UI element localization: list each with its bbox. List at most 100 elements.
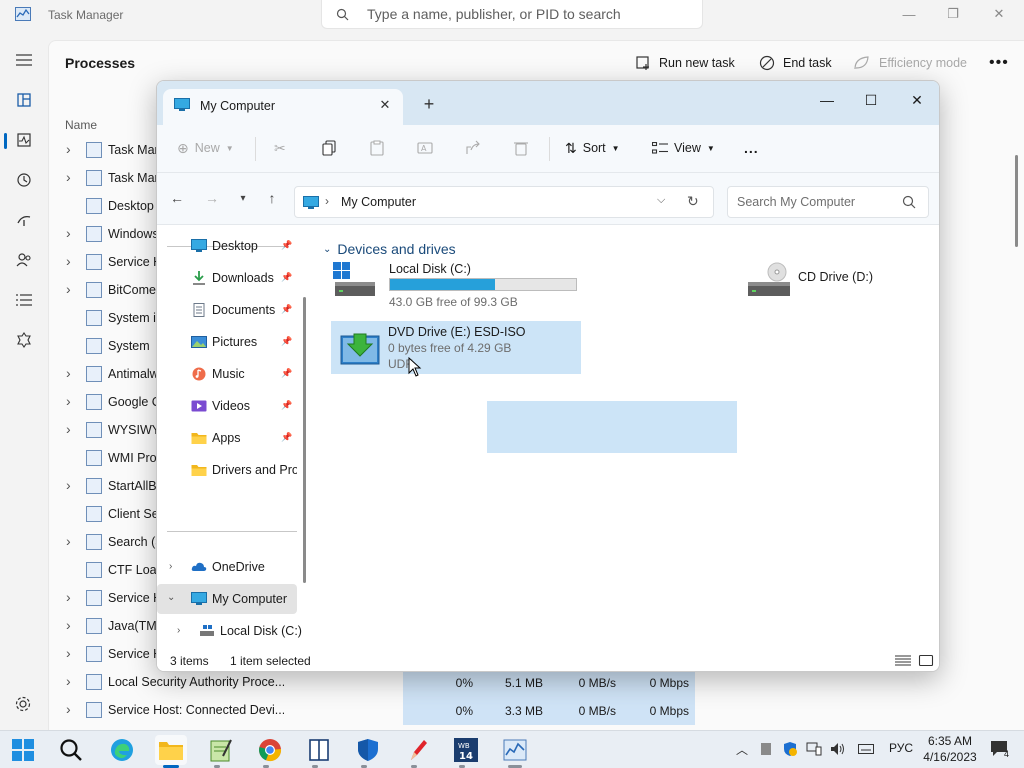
drive-item-c[interactable]: Local Disk (C:) 43.0 GB free of 99.3 GB xyxy=(333,262,583,310)
chevron-right-icon[interactable]: › xyxy=(66,226,76,240)
paste-button[interactable] xyxy=(369,137,385,159)
chevron-right-icon[interactable]: › xyxy=(66,282,76,296)
chevron-right-icon[interactable]: › xyxy=(177,625,180,636)
sidebar-item-pictures[interactable]: Pictures 📌 xyxy=(157,327,297,357)
processes-icon[interactable] xyxy=(14,90,34,110)
chevron-right-icon[interactable]: › xyxy=(66,534,76,548)
chevron-right-icon[interactable]: › xyxy=(66,590,76,604)
new-tab-button[interactable]: + xyxy=(419,94,439,114)
taskbar-task-manager[interactable] xyxy=(499,735,531,765)
table-row-stats[interactable]: 0% 5.1 MB 0 MB/s 0 Mbps xyxy=(403,669,695,697)
taskbar-edge[interactable] xyxy=(106,735,138,765)
run-new-task-button[interactable]: Run new task xyxy=(635,52,735,74)
system-clock[interactable]: 6:35 AM 4/16/2023 xyxy=(922,733,978,765)
column-header-name[interactable]: Name xyxy=(65,118,97,132)
keyboard-icon[interactable] xyxy=(858,741,874,757)
details-icon[interactable] xyxy=(14,290,34,310)
pin-icon[interactable]: 📌 xyxy=(281,400,292,411)
maximize-button[interactable]: ☐ xyxy=(851,87,891,113)
taskbar-chrome[interactable] xyxy=(254,735,286,765)
close-button[interactable]: ✕ xyxy=(897,87,937,113)
see-more-button[interactable]: ... xyxy=(744,137,759,159)
tray-app-icon[interactable] xyxy=(758,741,774,757)
nav-item-my-computer[interactable]: ⌄ My Computer xyxy=(157,584,297,614)
explorer-search-input[interactable]: Search My Computer xyxy=(727,186,929,218)
efficiency-mode-button[interactable]: Efficiency mode xyxy=(853,52,967,74)
chevron-right-icon[interactable]: › xyxy=(66,618,76,632)
chevron-right-icon[interactable]: › xyxy=(66,254,76,268)
scrollbar-thumb[interactable] xyxy=(1015,155,1018,247)
chevron-right-icon[interactable]: › xyxy=(66,366,76,380)
start-button[interactable] xyxy=(7,735,39,765)
chevron-right-icon[interactable]: › xyxy=(66,478,76,492)
cut-button[interactable]: ✂ xyxy=(274,137,286,159)
show-hidden-icons-chevron-icon[interactable]: ︿ xyxy=(734,741,750,757)
table-row-stats[interactable]: 0% 3.3 MB 0 MB/s 0 Mbps xyxy=(403,697,695,725)
sidebar-item-downloads[interactable]: Downloads 📌 xyxy=(157,263,297,293)
taskbar-wysiwyg[interactable]: WB 14 xyxy=(450,735,482,765)
close-button[interactable]: ✕ xyxy=(984,4,1014,24)
back-button[interactable]: ← xyxy=(166,187,188,209)
sidebar-item-drivers-and-programs[interactable]: Drivers and Programs xyxy=(157,455,297,485)
sidebar-item-desktop[interactable]: Desktop 📌 xyxy=(157,231,297,261)
recent-locations-button[interactable]: ▾ xyxy=(232,187,254,209)
table-row[interactable]: › Local Security Authority Proce... xyxy=(48,668,284,696)
chevron-right-icon[interactable]: › xyxy=(66,394,76,408)
taskbar-reader[interactable] xyxy=(303,735,335,765)
chevron-down-icon[interactable]: ⌄ xyxy=(167,592,175,603)
sidebar-item-music[interactable]: Music 📌 xyxy=(157,359,297,389)
sidebar-item-documents[interactable]: Documents 📌 xyxy=(157,295,297,325)
pin-icon[interactable]: 📌 xyxy=(281,272,292,283)
performance-icon[interactable] xyxy=(14,130,34,150)
chevron-right-icon[interactable]: › xyxy=(66,702,76,716)
address-box[interactable]: › My Computer ⌵ ↻ xyxy=(294,186,714,218)
taskbar-defender[interactable] xyxy=(352,735,384,765)
sidebar-item-apps[interactable]: Apps 📌 xyxy=(157,423,297,453)
refresh-icon[interactable]: ↻ xyxy=(687,193,699,210)
breadcrumb[interactable]: My Computer xyxy=(341,195,416,209)
chevron-right-icon[interactable]: › xyxy=(66,674,76,688)
chevron-right-icon[interactable]: › xyxy=(169,561,172,572)
pin-icon[interactable]: 📌 xyxy=(281,368,292,379)
details-view-icon[interactable] xyxy=(895,654,911,667)
chevron-right-icon[interactable]: › xyxy=(66,422,76,436)
taskbar-file-explorer[interactable] xyxy=(155,735,187,765)
up-button[interactable]: ↑ xyxy=(261,187,283,209)
pin-icon[interactable]: 📌 xyxy=(281,304,292,315)
view-button[interactable]: View ▼ xyxy=(652,137,715,159)
more-options-button[interactable]: ••• xyxy=(989,52,1009,74)
taskbar-paint[interactable] xyxy=(402,735,434,765)
taskbar-notepad[interactable] xyxy=(205,735,237,765)
users-icon[interactable] xyxy=(14,250,34,270)
startup-apps-icon[interactable] xyxy=(14,210,34,230)
taskbar-search-button[interactable] xyxy=(55,735,87,765)
copy-button[interactable] xyxy=(321,137,337,159)
hamburger-menu-icon[interactable] xyxy=(14,50,34,70)
nav-item-local-disk[interactable]: › Local Disk (C:) xyxy=(165,616,305,646)
group-header-devices[interactable]: ⌄ Devices and drives xyxy=(323,241,456,257)
process-search-input[interactable]: Type a name, publisher, or PID to search xyxy=(321,0,703,29)
minimize-button[interactable]: — xyxy=(894,4,924,24)
pin-icon[interactable]: 📌 xyxy=(281,336,292,347)
address-dropdown-icon[interactable]: ⌵ xyxy=(657,194,665,207)
app-history-icon[interactable] xyxy=(14,170,34,190)
drive-item-e[interactable]: DVD Drive (E:) ESD-ISO 0 bytes free of 4… xyxy=(331,321,581,374)
nav-item-onedrive[interactable]: › OneDrive xyxy=(157,552,297,582)
input-language[interactable]: РУС xyxy=(889,741,913,755)
settings-gear-icon[interactable] xyxy=(14,695,34,715)
chevron-right-icon[interactable]: › xyxy=(66,646,76,660)
restore-button[interactable]: ❐ xyxy=(938,4,968,24)
services-icon[interactable] xyxy=(14,330,34,350)
tiles-view-icon[interactable] xyxy=(918,654,934,667)
devices-icon[interactable] xyxy=(806,741,822,757)
share-button[interactable] xyxy=(465,137,481,159)
scrollbar-thumb[interactable] xyxy=(303,297,306,583)
pin-icon[interactable]: 📌 xyxy=(281,432,292,443)
rename-button[interactable]: A xyxy=(417,137,433,159)
chevron-right-icon[interactable]: › xyxy=(66,170,76,184)
table-row[interactable]: › Service Host: Connected Devi... xyxy=(48,696,284,724)
breadcrumb-chevron-icon[interactable]: › xyxy=(325,194,329,208)
tab-my-computer[interactable]: My Computer ✕ xyxy=(163,89,403,125)
minimize-button[interactable]: — xyxy=(807,87,847,113)
sort-button[interactable]: ⇅ Sort ▼ xyxy=(565,137,620,159)
